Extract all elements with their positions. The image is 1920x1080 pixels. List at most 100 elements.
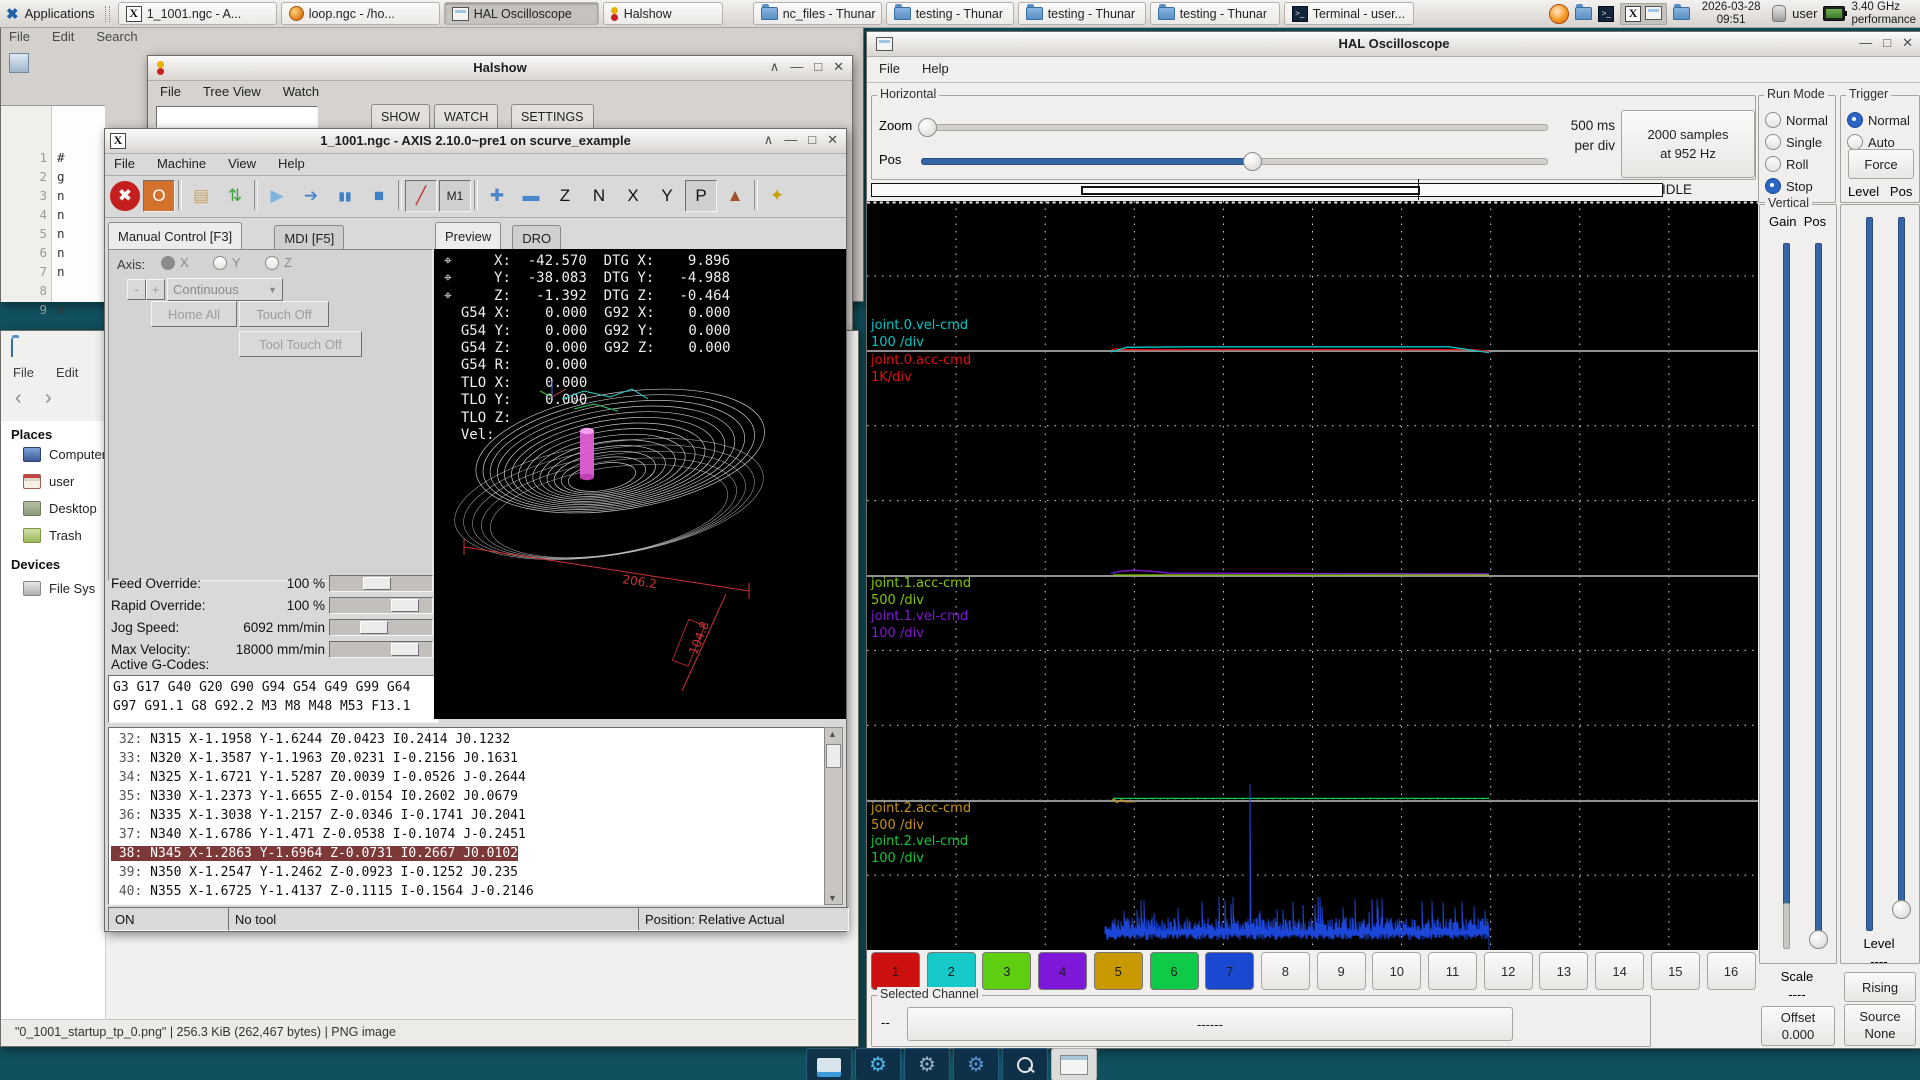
run-mode-stop[interactable]: Stop (1765, 178, 1813, 194)
jog-minus-button[interactable]: - (127, 279, 146, 300)
channel-button-1[interactable]: 1 (871, 952, 920, 990)
stop-icon[interactable]: ■ (363, 180, 395, 212)
taskbar-button[interactable]: testing - Thunar (886, 2, 1014, 25)
estop-icon[interactable]: ✖ (109, 180, 141, 212)
halshow-tab-show[interactable]: SHOW (371, 104, 430, 129)
sidebar-item-trash[interactable]: Trash (23, 528, 82, 543)
reload-file-icon[interactable]: ⇅ (219, 180, 251, 212)
home-all-button[interactable]: Home All (151, 301, 237, 327)
gain-slider-lower[interactable] (1783, 903, 1790, 949)
vertical-pos-slider[interactable] (1815, 243, 1822, 939)
override-slider[interactable] (329, 641, 433, 658)
search-icon[interactable] (1002, 1048, 1048, 1080)
gcode-line[interactable]: 33: N320 X-1.3587 Y-1.1963 Z0.0231 I-0.2… (111, 749, 534, 768)
gcode-line[interactable]: 38: N345 X-1.2863 Y-1.6964 Z-0.0731 I0.2… (111, 844, 534, 863)
override-slider-handle[interactable] (360, 621, 388, 634)
tab-manual-control-f3-[interactable]: Manual Control [F3] (108, 222, 242, 250)
scope-display[interactable]: joint.0.vel-cmd100 /divjoint.0.acc-cmd1K… (867, 201, 1758, 950)
halshow-filter-input[interactable] (156, 106, 318, 128)
tray-folder-icon[interactable] (1575, 7, 1592, 20)
view-y-icon[interactable]: Y (651, 180, 683, 212)
zoom-slider[interactable] (921, 124, 1548, 131)
trigger-mode-auto[interactable]: Auto (1847, 134, 1895, 150)
run-mode-single[interactable]: Single (1765, 134, 1822, 150)
run-icon[interactable]: ▶ (261, 180, 293, 212)
open-file-icon[interactable]: ▤ (185, 180, 217, 212)
tray-window-icon[interactable] (1645, 6, 1662, 20)
channel-button-6[interactable]: 6 (1150, 952, 1199, 990)
trigger-source-button[interactable]: SourceNone (1844, 1004, 1916, 1046)
gcode-line[interactable]: 35: N330 X-1.2373 Y-1.6655 Z-0.0154 I0.2… (111, 787, 534, 806)
channel-button-8[interactable]: 8 (1261, 952, 1310, 990)
touch-off-button[interactable]: Touch Off (239, 301, 329, 327)
override-slider-handle[interactable] (391, 643, 419, 656)
channel-button-13[interactable]: 13 (1539, 952, 1588, 990)
taskbar-button[interactable]: >_Terminal - user... (1284, 2, 1414, 25)
override-slider[interactable] (329, 575, 433, 592)
gcode-line[interactable]: 36: N335 X-1.3038 Y-1.2157 Z-0.0346 I-0.… (111, 806, 534, 825)
trigger-level-slider[interactable] (1866, 217, 1873, 931)
scroll-down-icon[interactable]: ▼ (828, 893, 837, 903)
channel-button-9[interactable]: 9 (1317, 952, 1366, 990)
axis-window-controls[interactable]: ∧—□✕ (764, 132, 838, 148)
scope-titlebar[interactable]: HAL Oscilloscope —□✕ (867, 32, 1920, 57)
battery-icon[interactable] (1823, 6, 1845, 21)
halshow-menu-tree-view[interactable]: Tree View (203, 84, 261, 99)
taskbar-button[interactable]: testing - Thunar (1018, 2, 1146, 25)
view-x-icon[interactable]: X (617, 180, 649, 212)
tray-window-group[interactable]: X (1620, 3, 1667, 25)
gcode-line[interactable]: 40: N355 X-1.6725 Y-1.4137 Z-0.1115 I-0.… (111, 882, 534, 901)
halshow-window-controls[interactable]: ∧—□✕ (770, 59, 844, 75)
optional-stop-icon[interactable]: M1 (439, 180, 471, 212)
channel-button-11[interactable]: 11 (1428, 952, 1477, 990)
zoom-out-icon[interactable]: ▬ (515, 180, 547, 212)
view-z2-icon[interactable]: N (583, 180, 615, 212)
channel-button-15[interactable]: 15 (1651, 952, 1700, 990)
gear-icon[interactable]: ⚙ (904, 1048, 950, 1080)
editor-text-area[interactable]: 1#2g3n4n5n6n7n89n (1, 105, 105, 302)
applications-menu[interactable]: Applications (25, 6, 95, 21)
halshow-menu-watch[interactable]: Watch (283, 84, 319, 99)
halshow-titlebar[interactable]: Halshow ∧—□✕ (148, 56, 852, 81)
taskbar-button[interactable]: X1_1001.ngc - A... (118, 2, 277, 25)
sidebar-item-file-sys[interactable]: File Sys (23, 581, 95, 596)
editor-menu-edit[interactable]: Edit (52, 29, 74, 44)
scope-menu-help[interactable]: Help (922, 61, 949, 76)
forward-icon[interactable]: › (45, 387, 52, 410)
taskbar-button[interactable]: HAL Oscilloscope (444, 2, 599, 25)
editor-toolbar-icon[interactable] (9, 53, 29, 73)
taskbar-button[interactable]: loop.ngc - /ho... (281, 2, 440, 25)
run-mode-normal[interactable]: Normal (1765, 112, 1828, 128)
scope-window-controls[interactable]: —□✕ (1859, 35, 1913, 51)
halshow-tab-settings[interactable]: SETTINGS (511, 104, 594, 129)
firefox-icon[interactable] (1549, 4, 1569, 24)
channel-button-10[interactable]: 10 (1372, 952, 1421, 990)
pause-icon[interactable]: ▮▮ (329, 180, 361, 212)
settings-gear-icon[interactable]: ⚙ (855, 1048, 901, 1080)
halshow-menu-file[interactable]: File (160, 84, 181, 99)
channel-button-4[interactable]: 4 (1038, 952, 1087, 990)
preview-area[interactable]: ⌖ X: -42.570 DTG X: 9.896 ⌖ Y: -38.083 D… (434, 249, 846, 719)
channel-button-12[interactable]: 12 (1484, 952, 1533, 990)
tray-folder-icon2[interactable] (1673, 7, 1690, 20)
gcode-scrollbar[interactable]: ▲ ▼ (824, 727, 843, 905)
sidebar-item-user[interactable]: user (23, 474, 74, 489)
gcode-line[interactable]: 37: N340 X-1.6786 Y-1.471 Z-0.0538 I-0.1… (111, 825, 534, 844)
tray-terminal-icon[interactable]: >_ (1598, 6, 1614, 22)
jog-mode-dropdown[interactable]: Continuous▼ (167, 278, 283, 301)
sidebar-item-desktop[interactable]: Desktop (23, 501, 97, 516)
channel-button-5[interactable]: 5 (1094, 952, 1143, 990)
mouse-icon[interactable] (1772, 5, 1786, 22)
thunar-menu-edit[interactable]: Edit (56, 365, 78, 380)
taskbar-button[interactable]: Halshow (603, 2, 723, 25)
override-slider-handle[interactable] (391, 599, 419, 612)
trigger-mode-normal[interactable]: Normal (1847, 112, 1910, 128)
sidebar-item-computer[interactable]: Computer (23, 447, 106, 462)
zoom-slider-handle[interactable] (918, 118, 937, 137)
view-p-icon[interactable]: P (685, 180, 717, 212)
halshow-tab-watch[interactable]: WATCH (434, 104, 498, 129)
taskbar-button[interactable]: nc_files - Thunar (753, 2, 882, 25)
trigger-edge-button[interactable]: Rising (1844, 972, 1916, 1002)
axis-menu-machine[interactable]: Machine (157, 156, 206, 171)
tool-touch-off-button[interactable]: Tool Touch Off (239, 331, 362, 357)
